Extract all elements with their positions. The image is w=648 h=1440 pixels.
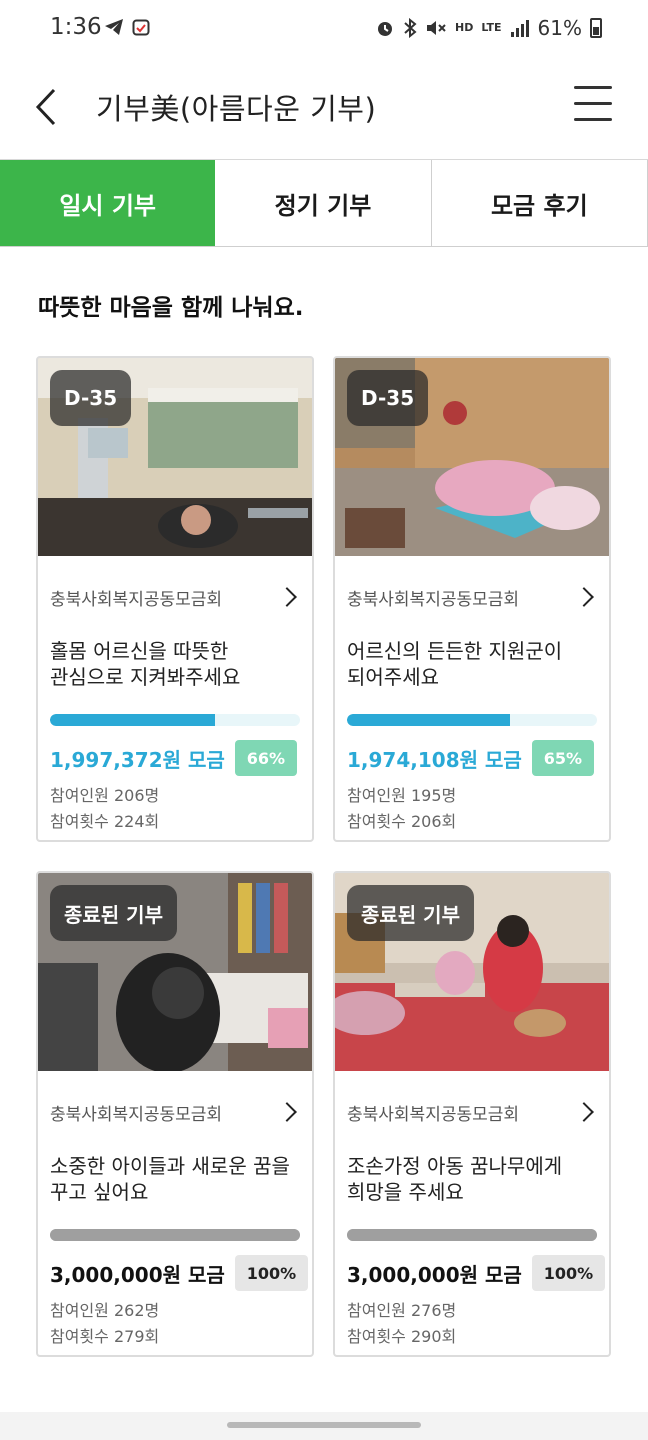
campaign-title: 홀몸 어르신을 따뜻한 관심으로 지켜봐주세요: [50, 639, 241, 689]
menu-button[interactable]: [574, 86, 614, 122]
organization-link[interactable]: 충북사회복지공동모금회: [347, 582, 597, 612]
campaign-title: 조손가정 아동 꿈나무에게 희망을 주세요: [347, 1154, 563, 1204]
organization-link[interactable]: 충북사회복지공동모금회: [50, 582, 300, 612]
chevron-right-icon: [277, 1102, 297, 1122]
percent-badge: 100%: [531, 1255, 606, 1291]
donation-count: 참여횟수 279회: [50, 1327, 160, 1346]
donation-card[interactable]: D-35 충북사회복지공동모금회 어르신의 든든한 지원군이 되어주세요 1,9…: [333, 356, 611, 842]
alarm-icon: [377, 22, 392, 36]
progress-fill: [50, 1229, 300, 1241]
telegram-icon: [105, 19, 123, 35]
status-notification-icons: [104, 18, 150, 36]
progress-fill: [347, 1229, 597, 1241]
status-system-icons: HD LTE 61%: [375, 16, 602, 40]
organization-name: 충북사회복지공동모금회: [347, 589, 520, 610]
progress-fill: [50, 714, 215, 726]
section-title: 따뜻한 마음을 함께 나눠요.: [38, 295, 304, 321]
donation-card[interactable]: D-35 충북사회복지공동모금회 홀몸 어르신을 따뜻한 관심으로 지켜봐주세요…: [36, 356, 314, 842]
percent-badge: 65%: [531, 740, 595, 776]
donation-count: 참여횟수 206회: [347, 812, 457, 831]
chevron-right-icon: [277, 587, 297, 607]
tab-bar: 일시 기부 정기 기부 모금 후기: [0, 159, 648, 247]
status-bar: 1:36 HD LTE 61%: [0, 0, 648, 60]
bluetooth-icon: [404, 18, 417, 38]
progress-bar: [50, 714, 300, 726]
status-time: 1:36: [50, 14, 102, 40]
progress-fill: [347, 714, 510, 726]
tab-one-time-donation[interactable]: 일시 기부: [0, 160, 216, 246]
campaign-title: 어르신의 든든한 지원군이 되어주세요: [347, 639, 563, 689]
amount-row: 1,974,108원 모금 65%: [347, 740, 595, 776]
participant-count: 참여인원 206명: [50, 786, 160, 805]
status-badge: D-35: [50, 370, 132, 426]
amount-row: 3,000,000원 모금 100%: [347, 1255, 606, 1291]
campaign-image: 종료된 기부: [38, 873, 312, 1071]
progress-bar: [347, 714, 597, 726]
status-badge: D-35: [347, 370, 429, 426]
chevron-right-icon: [574, 1102, 594, 1122]
organization-name: 충북사회복지공동모금회: [50, 1104, 223, 1125]
campaign-title: 소중한 아이들과 새로운 꿈을 꾸고 싶어요: [50, 1154, 290, 1204]
donation-card[interactable]: 종료된 기부 충북사회복지공동모금회 조손가정 아동 꿈나무에게 희망을 주세요…: [333, 871, 611, 1357]
status-badge: 종료된 기부: [347, 885, 474, 941]
donation-card[interactable]: 종료된 기부 충북사회복지공동모금회 소중한 아이들과 새로운 꿈을 꾸고 싶어…: [36, 871, 314, 1357]
chevron-left-icon: [35, 88, 56, 126]
donation-count: 참여횟수 224회: [50, 812, 160, 831]
raised-amount: 3,000,000원 모금: [50, 1262, 225, 1287]
campaign-image: D-35: [335, 358, 609, 556]
home-gesture-handle[interactable]: [227, 1422, 421, 1428]
organization-name: 충북사회복지공동모금회: [347, 1104, 520, 1125]
percent-badge: 100%: [234, 1255, 309, 1291]
tab-fundraising-reviews[interactable]: 모금 후기: [432, 160, 648, 246]
app-header: 기부美(아름다운 기부): [0, 60, 648, 160]
calendar-icon: [132, 19, 150, 36]
campaign-image: D-35: [38, 358, 312, 556]
hd-voice-indicator: HD: [454, 21, 474, 34]
amount-row: 1,997,372원 모금 66%: [50, 740, 298, 776]
raised-amount: 1,997,372원 모금: [50, 747, 225, 772]
back-button[interactable]: [28, 82, 68, 132]
organization-name: 충북사회복지공동모금회: [50, 589, 223, 610]
network-type: LTE: [481, 21, 502, 34]
progress-bar: [50, 1229, 300, 1241]
percent-badge: 66%: [234, 740, 298, 776]
hamburger-icon: [574, 86, 612, 89]
battery-percent: 61%: [537, 16, 582, 40]
battery-icon: [590, 18, 602, 38]
raised-amount: 1,974,108원 모금: [347, 747, 522, 772]
participant-count: 참여인원 276명: [347, 1301, 457, 1320]
tab-regular-donation[interactable]: 정기 기부: [215, 160, 432, 246]
mute-icon: [426, 21, 446, 35]
amount-row: 3,000,000원 모금 100%: [50, 1255, 309, 1291]
organization-link[interactable]: 충북사회복지공동모금회: [50, 1097, 300, 1127]
organization-link[interactable]: 충북사회복지공동모금회: [347, 1097, 597, 1127]
campaign-image: 종료된 기부: [335, 873, 609, 1071]
page-title: 기부美(아름다운 기부): [96, 92, 377, 126]
raised-amount: 3,000,000원 모금: [347, 1262, 522, 1287]
donation-count: 참여횟수 290회: [347, 1327, 457, 1346]
chevron-right-icon: [574, 587, 594, 607]
progress-bar: [347, 1229, 597, 1241]
system-nav-bar: [0, 1412, 648, 1440]
status-badge: 종료된 기부: [50, 885, 177, 941]
participant-count: 참여인원 262명: [50, 1301, 160, 1320]
participant-count: 참여인원 195명: [347, 786, 457, 805]
signal-icon: [510, 20, 529, 37]
